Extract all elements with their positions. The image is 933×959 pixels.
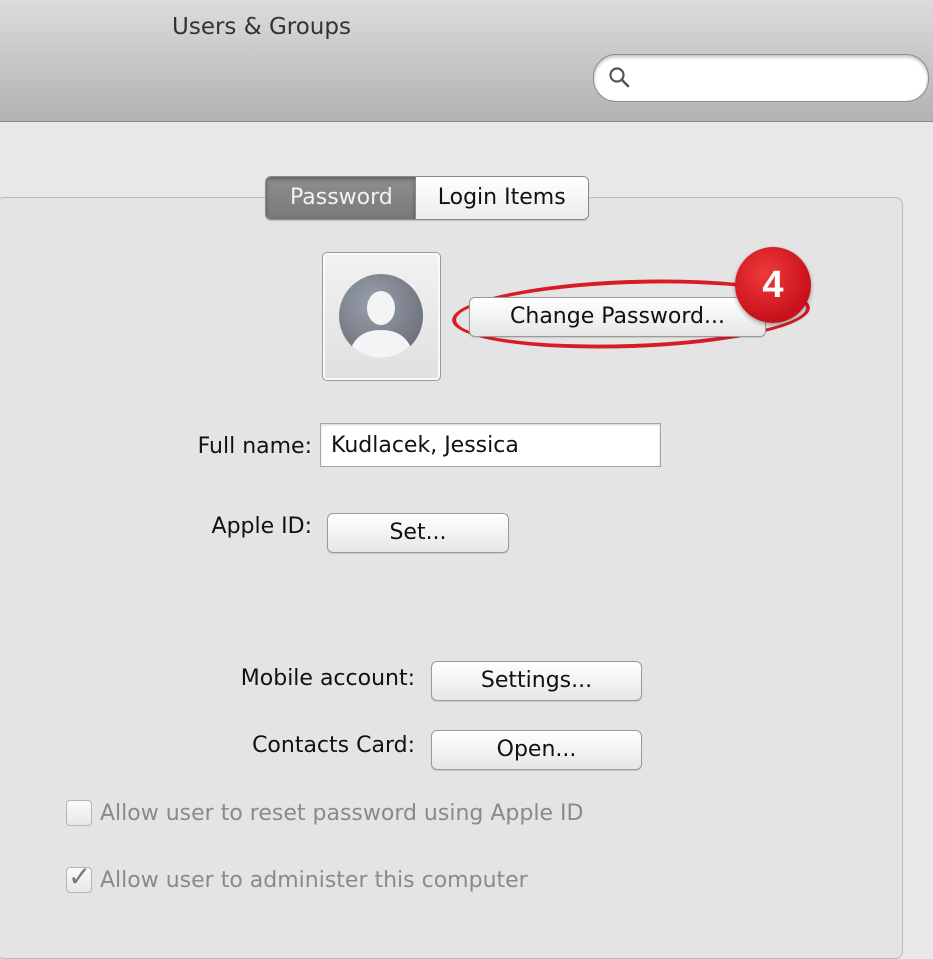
mobile-account-label: Mobile account: <box>240 666 415 691</box>
reset-password-option[interactable]: Allow user to reset password using Apple… <box>66 800 583 826</box>
user-avatar[interactable] <box>322 252 441 381</box>
reset-password-label: Allow user to reset password using Apple… <box>100 800 584 826</box>
person-silhouette-icon <box>339 274 423 358</box>
mobile-account-settings-button[interactable]: Settings... <box>431 661 642 701</box>
administer-option[interactable]: ✓ Allow user to administer this computer <box>66 860 528 893</box>
apple-id-label: Apple ID: <box>211 514 312 539</box>
contacts-card-open-button[interactable]: Open... <box>431 730 642 770</box>
search-field[interactable] <box>593 54 929 102</box>
full-name-field[interactable]: Kudlacek, Jessica <box>320 423 661 467</box>
window-title: Users & Groups <box>172 14 351 40</box>
tab-login-items[interactable]: Login Items <box>414 177 588 219</box>
checkmark-icon: ✓ <box>68 860 92 893</box>
contacts-card-label: Contacts Card: <box>252 733 415 758</box>
apple-id-set-button[interactable]: Set... <box>327 513 509 553</box>
tab-bar: Password Login Items <box>265 176 589 220</box>
reset-password-checkbox[interactable] <box>66 800 92 826</box>
full-name-label: Full name: <box>197 434 312 459</box>
administer-checkbox[interactable]: ✓ <box>66 860 92 893</box>
change-password-button[interactable]: Change Password... <box>469 297 766 337</box>
toolbar: Users & Groups <box>0 0 933 122</box>
tab-password[interactable]: Password <box>266 177 415 219</box>
administer-label: Allow user to administer this computer <box>100 867 528 893</box>
search-icon <box>609 67 630 88</box>
step-number-badge: 4 <box>735 247 811 323</box>
